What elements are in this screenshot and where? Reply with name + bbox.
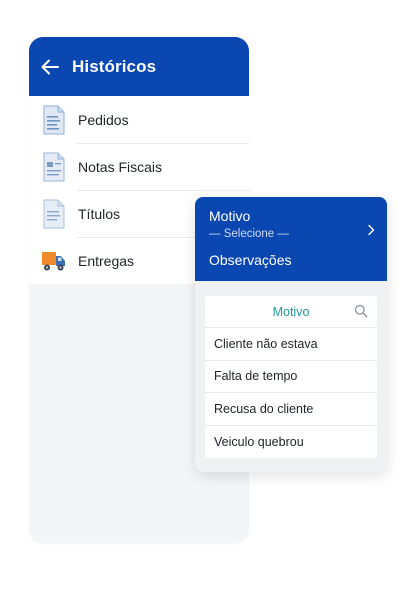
motivo-select[interactable]: — Selecione — <box>209 228 373 240</box>
app-header: Históricos <box>29 37 249 96</box>
menu-item-label: Entregas <box>78 252 135 269</box>
menu-item-label: Títulos <box>78 205 121 222</box>
menu-item-notas-fiscais[interactable]: Notas Fiscais <box>29 143 249 190</box>
dialog-header: Motivo — Selecione — Observações <box>195 197 387 281</box>
motivo-options-panel: Motivo Cliente não estava Falta de tempo… <box>205 296 377 458</box>
motivo-option[interactable]: Recusa do cliente <box>205 393 377 426</box>
search-title: Motivo <box>272 304 310 319</box>
observacoes-label[interactable]: Observações <box>209 252 373 268</box>
motivo-search-bar[interactable]: Motivo <box>205 296 377 328</box>
motivo-option[interactable]: Veiculo quebrou <box>205 426 377 459</box>
document-icon <box>41 105 67 135</box>
motivo-option[interactable]: Falta de tempo <box>205 361 377 393</box>
document-icon <box>41 199 67 229</box>
menu-item-pedidos[interactable]: Pedidos <box>29 96 249 143</box>
menu-item-label: Pedidos <box>78 111 129 128</box>
truck-icon <box>41 246 67 276</box>
motivo-option[interactable]: Cliente não estava <box>205 328 377 361</box>
motivo-dialog: Motivo — Selecione — Observações Motivo … <box>195 197 387 472</box>
motivo-label: Motivo <box>209 208 251 224</box>
menu-item-label: Notas Fiscais <box>78 158 163 175</box>
page-title: Históricos <box>72 56 157 76</box>
invoice-icon <box>41 152 67 182</box>
back-arrow-icon[interactable] <box>39 56 61 78</box>
chevron-right-icon[interactable] <box>367 224 375 236</box>
search-icon[interactable] <box>354 304 368 318</box>
